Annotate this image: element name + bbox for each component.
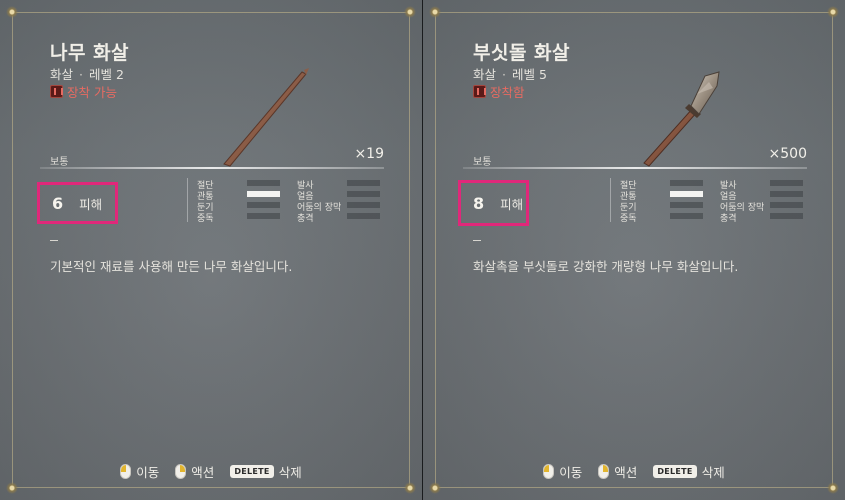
item-description: 화살촉을 부싯돌로 강화한 개량형 나무 화살입니다. bbox=[473, 259, 739, 274]
hint-delete-label: 삭제 bbox=[278, 465, 302, 480]
divider bbox=[463, 167, 807, 169]
separator-dot: · bbox=[79, 67, 83, 82]
stat-bar bbox=[247, 191, 280, 197]
item-count: ×19 bbox=[354, 146, 384, 162]
damage-stat: 6 피해 bbox=[37, 182, 118, 224]
item-subtitle: 화살 · 레벨 5 bbox=[473, 64, 547, 83]
hint-move-label: 이동 bbox=[136, 465, 160, 480]
equipped-icon bbox=[473, 85, 486, 98]
stat-bar bbox=[670, 180, 703, 186]
item-title: 부싯돌 화살 bbox=[473, 42, 571, 64]
hint-delete[interactable]: DELETE 삭제 bbox=[230, 462, 302, 481]
stat-bar bbox=[347, 202, 380, 208]
hint-action-label: 액션 bbox=[614, 465, 638, 480]
stat-grid: 절단 관통 둔기 중독 발사 얼음 어둠의 장막 충격 bbox=[187, 178, 387, 228]
separator-dot: · bbox=[502, 67, 506, 82]
wooden-arrow-icon bbox=[223, 68, 309, 167]
stat-bar bbox=[247, 213, 280, 219]
equip-status: 장착 가능 bbox=[50, 82, 117, 101]
flint-arrow-icon bbox=[643, 71, 720, 167]
corner-ornament bbox=[6, 482, 18, 494]
stat-shock: 충격 bbox=[720, 214, 737, 224]
equip-status: 장착함 bbox=[473, 82, 525, 101]
stat-bar bbox=[347, 191, 380, 197]
item-panel-flint-arrow: 부싯돌 화살 화살 · 레벨 5 장착함 보통 ×500 8 피해 절단 관통 … bbox=[423, 0, 845, 500]
damage-label: 피해 bbox=[500, 196, 524, 212]
stat-bar bbox=[770, 202, 803, 208]
description-dash bbox=[473, 240, 481, 241]
delete-key-icon: DELETE bbox=[230, 465, 274, 478]
stat-bar bbox=[670, 213, 703, 219]
stat-shock: 충격 bbox=[297, 214, 314, 224]
stat-bar bbox=[670, 202, 703, 208]
rarity-label: 보통 bbox=[50, 157, 69, 168]
item-category: 화살 bbox=[473, 67, 497, 82]
hint-move[interactable]: 이동 bbox=[543, 462, 582, 481]
hint-delete-label: 삭제 bbox=[701, 465, 725, 480]
item-count: ×500 bbox=[768, 146, 807, 162]
right-mouse-icon bbox=[175, 464, 187, 479]
left-mouse-icon bbox=[120, 464, 132, 479]
damage-value: 6 bbox=[52, 193, 64, 213]
item-description: 기본적인 재료를 사용해 만든 나무 화살입니다. bbox=[50, 259, 293, 274]
divider bbox=[40, 167, 384, 169]
control-hints: 이동 액션 DELETE 삭제 bbox=[423, 462, 845, 481]
corner-ornament bbox=[404, 482, 416, 494]
stat-grid: 절단 관통 둔기 중독 발사 얼음 어둠의 장막 충격 bbox=[610, 178, 810, 228]
item-level: 레벨 2 bbox=[89, 67, 124, 82]
description-dash bbox=[50, 240, 58, 241]
stat-poison: 중독 bbox=[620, 214, 637, 224]
stat-bar bbox=[247, 202, 280, 208]
delete-key-icon: DELETE bbox=[653, 465, 697, 478]
corner-ornament bbox=[6, 6, 18, 18]
rarity-label: 보통 bbox=[473, 157, 492, 168]
equip-icon bbox=[50, 85, 63, 98]
stat-bar bbox=[347, 213, 380, 219]
corner-ornament bbox=[429, 6, 441, 18]
left-mouse-icon bbox=[543, 464, 555, 479]
stat-bar bbox=[347, 180, 380, 186]
hint-action[interactable]: 액션 bbox=[175, 462, 214, 481]
item-level: 레벨 5 bbox=[512, 67, 547, 82]
item-category: 화살 bbox=[50, 67, 74, 82]
corner-ornament bbox=[429, 482, 441, 494]
damage-stat: 8 피해 bbox=[458, 180, 529, 226]
item-subtitle: 화살 · 레벨 2 bbox=[50, 64, 124, 83]
item-panel-wooden-arrow: 나무 화살 화살 · 레벨 2 장착 가능 보통 ×19 6 피해 절단 관통 둔기… bbox=[0, 0, 422, 500]
item-title: 나무 화살 bbox=[50, 42, 130, 64]
hint-action-label: 액션 bbox=[191, 465, 215, 480]
right-mouse-icon bbox=[598, 464, 610, 479]
corner-ornament bbox=[404, 6, 416, 18]
corner-ornament bbox=[827, 6, 839, 18]
stat-bar bbox=[770, 191, 803, 197]
hint-move-label: 이동 bbox=[559, 465, 583, 480]
hint-delete[interactable]: DELETE 삭제 bbox=[653, 462, 725, 481]
corner-ornament bbox=[827, 482, 839, 494]
stat-bar bbox=[770, 180, 803, 186]
stat-bar bbox=[770, 213, 803, 219]
stat-bar bbox=[670, 191, 703, 197]
damage-label: 피해 bbox=[79, 196, 103, 212]
equip-status-label: 장착함 bbox=[490, 85, 525, 100]
stat-poison: 중독 bbox=[197, 214, 214, 224]
stat-bar bbox=[247, 180, 280, 186]
control-hints: 이동 액션 DELETE 삭제 bbox=[0, 462, 422, 481]
equip-status-label: 장착 가능 bbox=[67, 85, 117, 100]
damage-value: 8 bbox=[473, 193, 485, 213]
hint-move[interactable]: 이동 bbox=[120, 462, 159, 481]
hint-action[interactable]: 액션 bbox=[598, 462, 637, 481]
